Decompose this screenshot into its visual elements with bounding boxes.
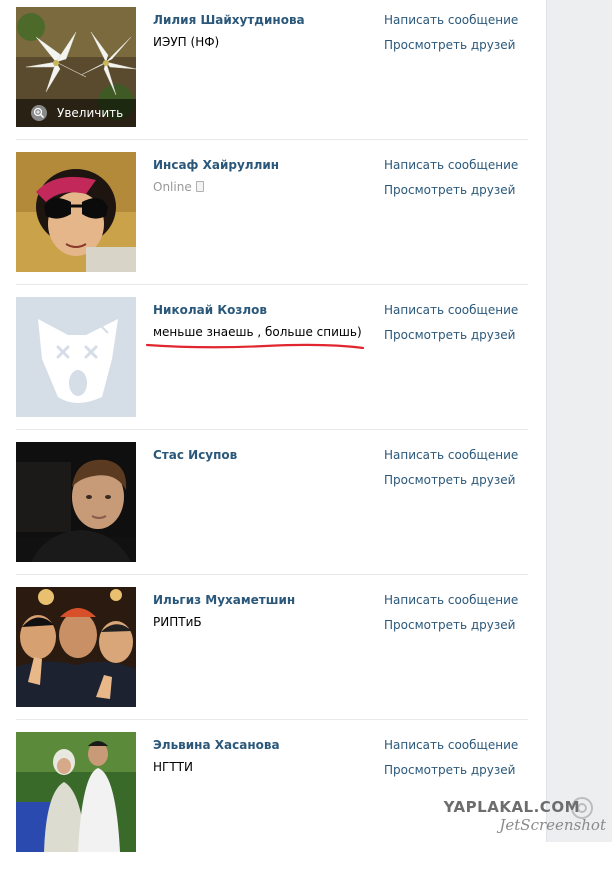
row-divider (16, 139, 528, 140)
avatar[interactable] (16, 732, 136, 852)
write-message-link[interactable]: Написать сообщение (384, 303, 518, 317)
group-photo (16, 587, 136, 707)
friend-row: Увеличить Лилия Шайхутдинова ИЭУП (НФ) Н… (0, 0, 546, 145)
write-message-link[interactable]: Написать сообщение (384, 448, 518, 462)
friend-name[interactable]: Эльвина Хасанова (153, 738, 280, 752)
row-divider (16, 284, 528, 285)
friend-row: Николай Козлов меньше знаешь , больше сп… (0, 290, 546, 435)
magnifier-plus-icon (31, 105, 47, 121)
right-column-background (546, 0, 612, 842)
avatar[interactable] (16, 297, 136, 417)
profile-photo (16, 442, 136, 562)
write-message-link[interactable]: Написать сообщение (384, 738, 518, 752)
view-friends-link[interactable]: Просмотреть друзей (384, 38, 515, 52)
friend-name[interactable]: Стас Исупов (153, 448, 237, 462)
view-friends-link[interactable]: Просмотреть друзей (384, 763, 515, 777)
friend-subtitle: НГТТИ (153, 760, 193, 774)
row-divider (16, 429, 528, 430)
friend-status-text: меньше знаешь , больше спишь) (153, 325, 362, 339)
avatar[interactable]: Увеличить (16, 7, 136, 127)
mobile-phone-icon (195, 181, 204, 192)
friend-row: Ильгиз Мухаметшин РИПТиБ Написать сообще… (0, 580, 546, 725)
red-hand-underline (145, 343, 365, 350)
default-avatar-dog-icon (16, 297, 136, 417)
row-divider (16, 719, 528, 720)
online-label: Online (153, 180, 192, 194)
friend-subtitle: ИЭУП (НФ) (153, 35, 220, 49)
watermark: YAPLAKAL.COM JetScreenshot (436, 794, 606, 838)
friend-row: Стас Исупов Написать сообщение Просмотре… (0, 435, 546, 580)
avatar[interactable] (16, 442, 136, 562)
view-friends-link[interactable]: Просмотреть друзей (384, 618, 515, 632)
write-message-link[interactable]: Написать сообщение (384, 593, 518, 607)
zoom-label: Увеличить (57, 106, 124, 120)
avatar[interactable] (16, 587, 136, 707)
friend-name[interactable]: Лилия Шайхутдинова (153, 13, 305, 27)
friend-row: Инсаф Хайруллин Online Написать сообщени… (0, 145, 546, 290)
avatar[interactable] (16, 152, 136, 272)
write-message-link[interactable]: Написать сообщение (384, 158, 518, 172)
friend-name[interactable]: Инсаф Хайруллин (153, 158, 279, 172)
row-divider (16, 574, 528, 575)
zoom-button[interactable]: Увеличить (16, 99, 136, 127)
view-friends-link[interactable]: Просмотреть друзей (384, 328, 515, 342)
friend-subtitle: РИПТиБ (153, 615, 202, 629)
friend-name[interactable]: Николай Козлов (153, 303, 267, 317)
profile-photo (16, 152, 136, 272)
friend-name[interactable]: Ильгиз Мухаметшин (153, 593, 295, 607)
watermark-site: YAPLAKAL.COM (443, 798, 580, 816)
couple-photo (16, 732, 136, 852)
watermark-tool: JetScreenshot (499, 816, 606, 834)
online-status: Online (153, 180, 204, 194)
write-message-link[interactable]: Написать сообщение (384, 13, 518, 27)
view-friends-link[interactable]: Просмотреть друзей (384, 473, 515, 487)
view-friends-link[interactable]: Просмотреть друзей (384, 183, 515, 197)
